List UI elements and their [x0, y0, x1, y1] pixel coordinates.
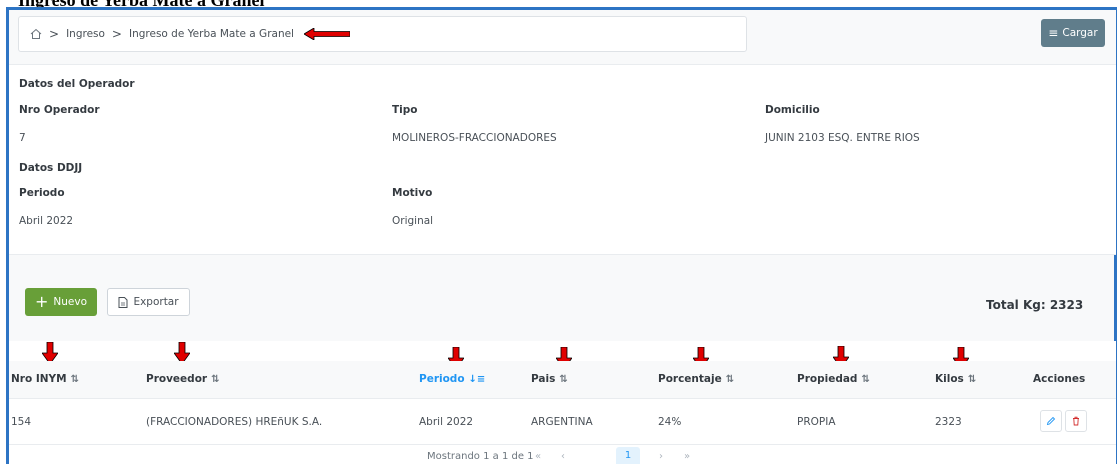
column-header-periodo[interactable]: Periodo ↓≡: [419, 373, 485, 385]
operador-section-title: Datos del Operador: [19, 78, 135, 90]
cell-porcentaje: 24%: [658, 416, 682, 428]
table-row: 154 (FRACCIONADORES) HREñUK S.A. Abril 2…: [9, 399, 1116, 445]
motivo-value: Original: [392, 215, 434, 227]
paginator: Mostrando 1 a 1 de 1 « ‹ 1 › »: [9, 445, 1116, 464]
domicilio-value: JUNIN 2103 ESQ. ENTRE RIOS: [765, 132, 920, 144]
sort-icon: ⇅: [725, 374, 735, 385]
cell-proveedor: (FRACCIONADORES) HREñUK S.A.: [146, 416, 323, 428]
info-panel: Datos del Operador Nro Operador 7 Tipo M…: [9, 64, 1116, 255]
column-header-porcentaje[interactable]: Porcentaje ⇅: [658, 373, 734, 385]
sort-icon: ⇅: [211, 374, 220, 385]
sort-desc-icon: ↓≡: [468, 374, 486, 385]
cell-nro-inym: 154: [11, 416, 32, 428]
breadcrumb: > Ingreso > Ingreso de Yerba Mate a Gran…: [18, 16, 747, 52]
first-page-icon[interactable]: «: [535, 451, 541, 462]
cargar-button[interactable]: ≡ Cargar: [1041, 19, 1105, 47]
tipo-label: Tipo: [392, 104, 418, 116]
exportar-label: Exportar: [133, 296, 179, 308]
nuevo-button[interactable]: + Nuevo: [25, 288, 97, 316]
breadcrumb-separator: >: [49, 27, 60, 41]
previous-page-icon[interactable]: ‹: [561, 451, 565, 462]
column-header-kilos[interactable]: Kilos ⇅: [935, 373, 976, 385]
sort-icon: ⇅: [70, 374, 79, 385]
plus-icon: +: [34, 292, 49, 311]
column-header-propiedad[interactable]: Propiedad ⇅: [797, 373, 870, 385]
cell-periodo: Abril 2022: [419, 416, 474, 428]
sort-icon: ⇅: [559, 374, 568, 385]
nro-operador-value: 7: [19, 132, 26, 144]
column-header-nro-inym[interactable]: Nro INYM ⇅: [11, 373, 79, 385]
delete-button[interactable]: [1065, 410, 1087, 432]
last-page-icon[interactable]: »: [684, 451, 690, 462]
sort-icon: ⇅: [861, 374, 870, 385]
cell-pais: ARGENTINA: [531, 416, 593, 428]
column-header-acciones: Acciones: [1033, 373, 1086, 385]
next-page-icon[interactable]: ›: [659, 451, 663, 462]
breadcrumb-item-ingreso[interactable]: Ingreso: [66, 28, 105, 40]
table-toolbar: + Nuevo Exportar Total Kg: 2323: [9, 271, 1116, 341]
annotation-arrow-left-icon: [303, 28, 350, 40]
ingreso-table: Nro INYM ⇅ Proveedor ⇅ Periodo ↓≡ Pais ⇅ Por…: [9, 341, 1116, 464]
exportar-button[interactable]: Exportar: [107, 288, 190, 316]
paginator-summary: Mostrando 1 a 1 de 1: [427, 451, 534, 462]
cell-propiedad: PROPIA: [797, 416, 836, 428]
page-button-current[interactable]: 1: [616, 447, 640, 464]
pencil-icon: [1046, 416, 1056, 426]
trash-icon: [1073, 416, 1079, 426]
periodo-label: Periodo: [19, 187, 65, 199]
home-icon[interactable]: [30, 28, 42, 40]
top-bar: > Ingreso > Ingreso de Yerba Mate a Gran…: [9, 10, 1116, 64]
nuevo-label: Nuevo: [53, 296, 87, 308]
motivo-label: Motivo: [392, 187, 433, 199]
breadcrumb-separator: >: [111, 27, 122, 41]
ddjj-section-title: Datos DDJJ: [19, 162, 83, 174]
nro-operador-label: Nro Operador: [19, 104, 100, 116]
breadcrumb-home[interactable]: [30, 28, 42, 40]
sort-icon: ⇅: [967, 374, 977, 385]
file-export-icon: [118, 296, 128, 308]
domicilio-label: Domicilio: [765, 104, 820, 116]
column-header-proveedor[interactable]: Proveedor ⇅: [146, 373, 219, 385]
periodo-value: Abril 2022: [19, 215, 74, 227]
tipo-value: MOLINEROS-FRACCIONADORES: [392, 132, 557, 144]
cell-kilos: 2323: [935, 416, 962, 428]
breadcrumb-item-current: Ingreso de Yerba Mate a Granel: [128, 28, 294, 40]
edit-button[interactable]: [1040, 410, 1062, 432]
cargar-label: Cargar: [1062, 27, 1098, 39]
column-header-pais[interactable]: Pais ⇅: [531, 373, 568, 385]
menu-icon: ≡: [1048, 26, 1059, 40]
total-kg: Total Kg: 2323: [986, 298, 1084, 312]
table-header: Nro INYM ⇅ Proveedor ⇅ Periodo ↓≡ Pais ⇅ Por…: [9, 361, 1116, 399]
